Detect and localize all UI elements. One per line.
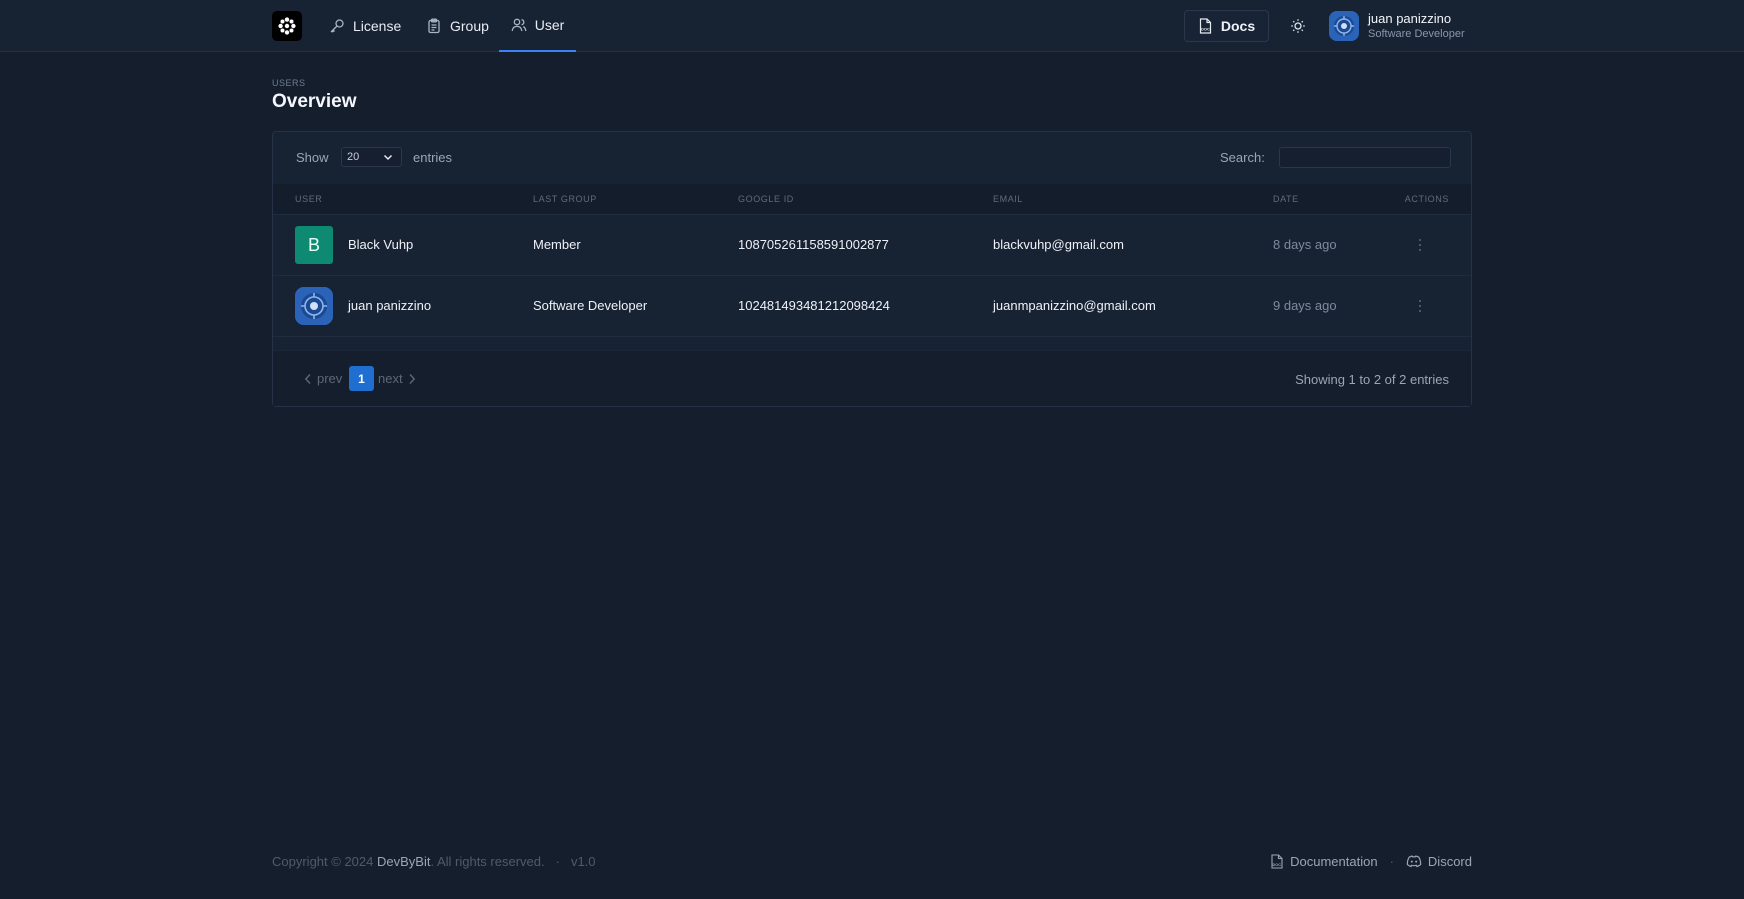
column-header-email[interactable]: EMAIL: [993, 194, 1023, 204]
brand-link[interactable]: DevByBit: [377, 854, 430, 869]
copyright: Copyright © 2024 DevByBit . All rights r…: [272, 854, 596, 869]
top-navbar: License Group User DOC Docs juan panizzi…: [0, 0, 1744, 52]
column-header-actions: ACTIONS: [1404, 194, 1449, 204]
footer-link-label: Discord: [1427, 854, 1472, 869]
entries-per-page-value: 20: [347, 151, 360, 163]
cell-email: blackvuhp@gmail.com: [993, 237, 1124, 252]
pagination-next-button[interactable]: next: [378, 371, 416, 386]
nav-link-group[interactable]: Group: [426, 0, 489, 52]
nav-link-label: License: [353, 18, 402, 34]
column-header-user[interactable]: USER: [295, 194, 322, 204]
page-footer: Copyright © 2024 DevByBit . All rights r…: [272, 852, 1472, 872]
avatar: B: [295, 226, 333, 264]
user-profile-menu[interactable]: juan panizzino Software Developer: [1329, 10, 1472, 42]
key-icon: [330, 19, 344, 33]
svg-text:DOC: DOC: [1201, 27, 1210, 32]
footer-separator: ·: [1389, 854, 1394, 869]
search-label: Search:: [1220, 150, 1265, 165]
footer-link-discord[interactable]: Discord: [1406, 854, 1472, 869]
pagination-next-label: next: [378, 371, 403, 386]
chevron-right-icon: [409, 373, 415, 384]
pagination-prev-button[interactable]: prev: [304, 371, 342, 386]
sun-icon: [1291, 19, 1305, 33]
entries-label: entries: [413, 150, 453, 165]
nav-link-label: User: [534, 17, 565, 33]
footer-link-label: Documentation: [1290, 854, 1378, 869]
users-table-card: Show 20 entries Search: USER LAST GROUP …: [272, 131, 1472, 407]
show-label: Show: [296, 150, 329, 165]
docs-button[interactable]: DOC Docs: [1184, 10, 1269, 42]
footer-link-documentation[interactable]: DOC Documentation: [1270, 854, 1378, 869]
page-eyebrow: USERS: [272, 78, 306, 88]
avatar: [295, 287, 333, 325]
navbar-inner: License Group User DOC Docs juan panizzi…: [272, 0, 1472, 52]
table-row: B Black Vuhp Member 10870526115859100287…: [273, 215, 1471, 276]
avatar: [1329, 11, 1359, 41]
users-icon: [511, 18, 527, 32]
cell-email: juanmpanizzino@gmail.com: [993, 298, 1156, 313]
docs-button-label: Docs: [1220, 18, 1256, 34]
clipboard-icon: [428, 18, 440, 34]
doc-file-icon: DOC: [1271, 854, 1283, 869]
table-header: USER LAST GROUP GOOGLE ID EMAIL DATE ACT…: [273, 184, 1471, 215]
column-header-last-group[interactable]: LAST GROUP: [533, 194, 597, 204]
nav-link-user[interactable]: User: [499, 0, 576, 52]
nav-link-label: Group: [450, 18, 489, 34]
pagination-info: Showing 1 to 2 of 2 entries: [1295, 372, 1449, 387]
table-row: juan panizzino Software Developer 102481…: [273, 276, 1471, 337]
profile-role: Software Developer: [1368, 28, 1465, 40]
column-header-google-id[interactable]: GOOGLE ID: [738, 194, 794, 204]
entries-per-page-select[interactable]: 20: [341, 147, 402, 167]
cell-last-group: Member: [533, 237, 581, 252]
footer-links: DOC Documentation · Discord: [1270, 854, 1472, 869]
cell-last-group: Software Developer: [533, 298, 648, 313]
page-title: Overview: [272, 91, 357, 112]
search-input[interactable]: [1279, 147, 1451, 168]
footer-separator: ·: [555, 854, 560, 869]
cell-date: 9 days ago: [1273, 298, 1337, 313]
flower-logo-icon[interactable]: [272, 11, 302, 41]
cell-google-id: 108705261158591002877: [738, 237, 889, 252]
row-actions-kebab-icon[interactable]: [1415, 235, 1425, 255]
chevron-left-icon: [304, 373, 311, 384]
discord-icon: [1406, 855, 1422, 868]
copyright-prefix: Copyright © 2024: [272, 854, 374, 869]
pagination-page-1[interactable]: 1: [349, 366, 374, 391]
copyright-suffix: . All rights reserved.: [430, 854, 545, 869]
column-header-date[interactable]: DATE: [1273, 194, 1299, 204]
cell-user: Black Vuhp: [348, 237, 414, 252]
row-actions-kebab-icon[interactable]: [1415, 296, 1425, 316]
profile-name: juan panizzino: [1368, 11, 1452, 26]
avatar-letter: B: [307, 234, 320, 255]
theme-toggle-button[interactable]: [1288, 16, 1308, 36]
cell-user: juan panizzino: [348, 298, 432, 313]
version-label: v1.0: [570, 854, 596, 869]
pagination-prev-label: prev: [317, 371, 343, 386]
svg-text:DOC: DOC: [1273, 863, 1282, 867]
nav-link-license[interactable]: License: [329, 0, 401, 52]
doc-file-icon: DOC: [1199, 18, 1211, 34]
cell-date: 8 days ago: [1273, 237, 1337, 252]
cell-google-id: 102481493481212098424: [738, 298, 890, 313]
chevron-down-icon: [383, 154, 393, 161]
table-footer: prev 1 next Showing 1 to 2 of 2 entries: [273, 350, 1471, 406]
